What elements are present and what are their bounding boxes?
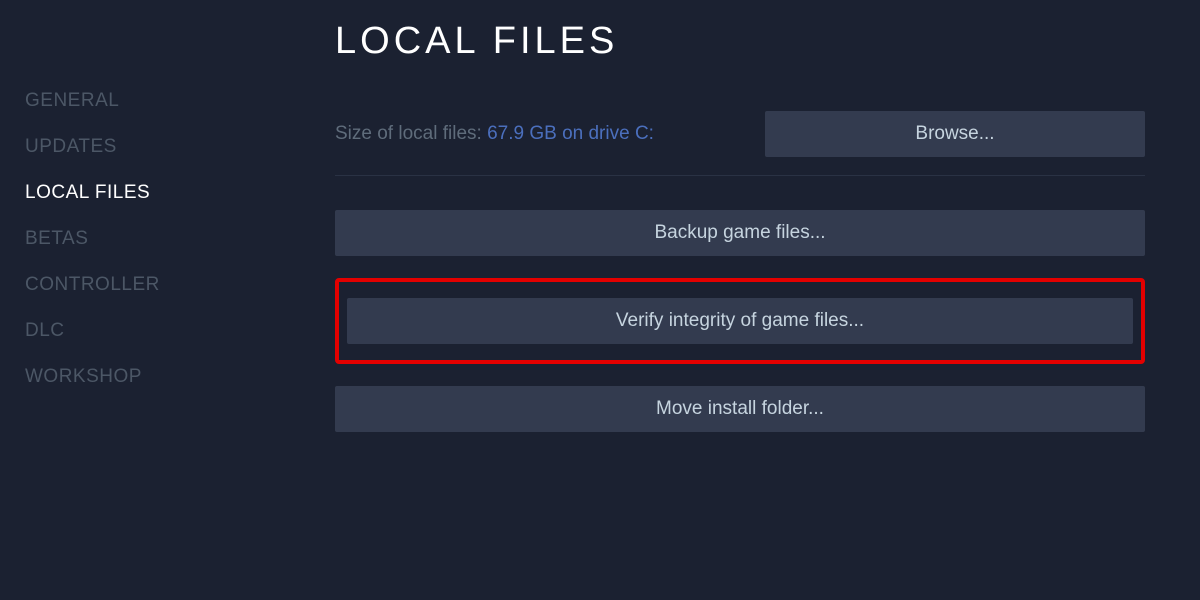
browse-button[interactable]: Browse...: [765, 111, 1145, 157]
sidebar-item-controller[interactable]: CONTROLLER: [25, 264, 310, 310]
main-panel: LOCAL FILES Size of local files: 67.9 GB…: [310, 0, 1200, 600]
sidebar-item-updates[interactable]: UPDATES: [25, 126, 310, 172]
sidebar-item-general[interactable]: GENERAL: [25, 80, 310, 126]
size-value: 67.9 GB on drive C:: [487, 123, 654, 144]
move-button[interactable]: Move install folder...: [335, 386, 1145, 432]
sidebar-item-local-files[interactable]: LOCAL FILES: [25, 172, 310, 218]
verify-highlight: Verify integrity of game files...: [335, 278, 1145, 364]
sidebar-item-betas[interactable]: BETAS: [25, 218, 310, 264]
backup-button[interactable]: Backup game files...: [335, 210, 1145, 256]
sidebar: GENERAL UPDATES LOCAL FILES BETAS CONTRO…: [0, 0, 310, 600]
size-label: Size of local files:: [335, 123, 487, 144]
verify-button[interactable]: Verify integrity of game files...: [347, 298, 1133, 344]
sidebar-item-workshop[interactable]: WORKSHOP: [25, 356, 310, 402]
size-row: Size of local files: 67.9 GB on drive C:…: [335, 111, 1145, 157]
page-title: LOCAL FILES: [335, 20, 1145, 63]
size-text-container: Size of local files: 67.9 GB on drive C:: [335, 123, 654, 145]
sidebar-item-dlc[interactable]: DLC: [25, 310, 310, 356]
divider: [335, 175, 1145, 176]
